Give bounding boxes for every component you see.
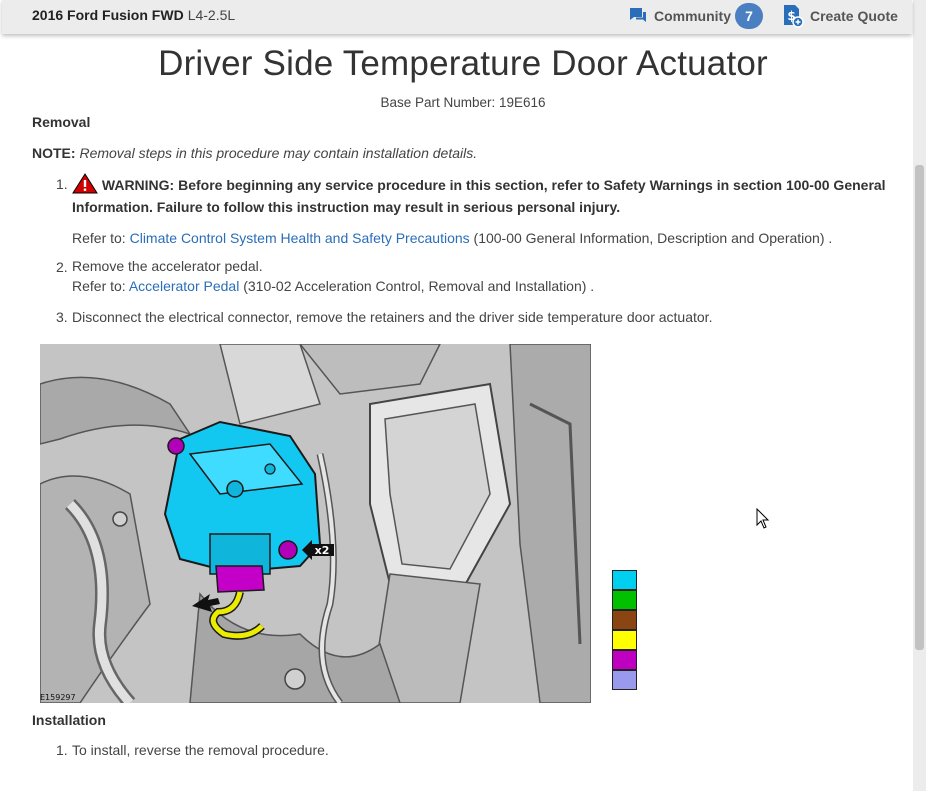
warning-text-line1: WARNING: Before beginning any service pr… (101, 177, 886, 193)
health-safety-precautions-link[interactable]: Climate Control System Health and Safety… (130, 230, 470, 246)
page: 2016 Ford Fusion FWD L4-2.5L Community 7 … (0, 0, 913, 791)
installation-step-1-text: To install, reverse the removal procedur… (72, 742, 329, 758)
note-text: Removal steps in this procedure may cont… (79, 145, 478, 161)
legend-swatch-green (612, 590, 637, 610)
accelerator-pedal-link[interactable]: Accelerator Pedal (129, 278, 240, 294)
step-number: 1. (56, 176, 68, 192)
community-button[interactable]: Community 7 (628, 3, 763, 29)
vehicle-selector[interactable]: 2016 Ford Fusion FWD L4-2.5L (32, 7, 235, 23)
warning-text-line2: Information. Failure to follow this inst… (72, 199, 621, 215)
actuator-illustration: x2 E159297 (40, 344, 591, 703)
chat-icon (630, 8, 646, 22)
mouse-cursor-icon (756, 508, 770, 529)
step-2-text: Remove the accelerator pedal. (72, 258, 263, 274)
vertical-scrollbar[interactable] (913, 0, 926, 791)
step-number: 1. (56, 742, 68, 758)
top-bar: 2016 Ford Fusion FWD L4-2.5L Community 7 … (2, 0, 912, 34)
legend-swatch-brown (612, 610, 637, 630)
warning-icon (72, 173, 98, 194)
scrollbar-thumb[interactable] (915, 165, 924, 650)
note-label: NOTE: (32, 145, 76, 161)
step-1-reference: Refer to: Climate Control System Health … (72, 227, 872, 249)
legend-swatch-lavender (612, 670, 637, 690)
step-number: 3. (56, 309, 68, 325)
vehicle-engine: L4-2.5L (187, 7, 236, 23)
step-number: 2. (56, 259, 68, 275)
step-2-reference: Refer to: Accelerator Pedal (310-02 Acce… (72, 276, 872, 296)
color-legend (612, 570, 637, 690)
community-count-badge: 7 (735, 3, 763, 29)
community-label: Community (654, 8, 731, 24)
legend-swatch-cyan (612, 570, 637, 590)
refer-to-prefix: Refer to: (72, 230, 126, 246)
figure-id: E159297 (40, 693, 76, 702)
legend-swatch-magenta (612, 650, 637, 670)
create-quote-button[interactable]: $ Create Quote (782, 3, 898, 29)
removal-heading: Removal (32, 114, 91, 130)
actuator-diagram: x2 E159297 (40, 344, 591, 703)
base-part-number: Base Part Number: 19E616 (380, 95, 546, 110)
refer-to-prefix: Refer to: (72, 278, 126, 294)
installation-heading: Installation (32, 712, 106, 728)
quote-dollar-icon: $ (784, 5, 804, 28)
vehicle-name: 2016 Ford Fusion FWD (32, 7, 184, 23)
legend-swatch-yellow (612, 630, 637, 650)
page-title: Driver Side Temperature Door Actuator (158, 44, 768, 83)
refer-suffix: (310-02 Acceleration Control, Removal an… (243, 278, 595, 294)
refer-suffix: (100-00 General Information, Description… (473, 230, 833, 246)
removal-note: NOTE: Removal steps in this procedure ma… (32, 145, 477, 161)
callout-x2: x2 (315, 544, 330, 557)
step-3-text: Disconnect the electrical connector, rem… (72, 309, 713, 325)
create-quote-label: Create Quote (810, 8, 898, 24)
